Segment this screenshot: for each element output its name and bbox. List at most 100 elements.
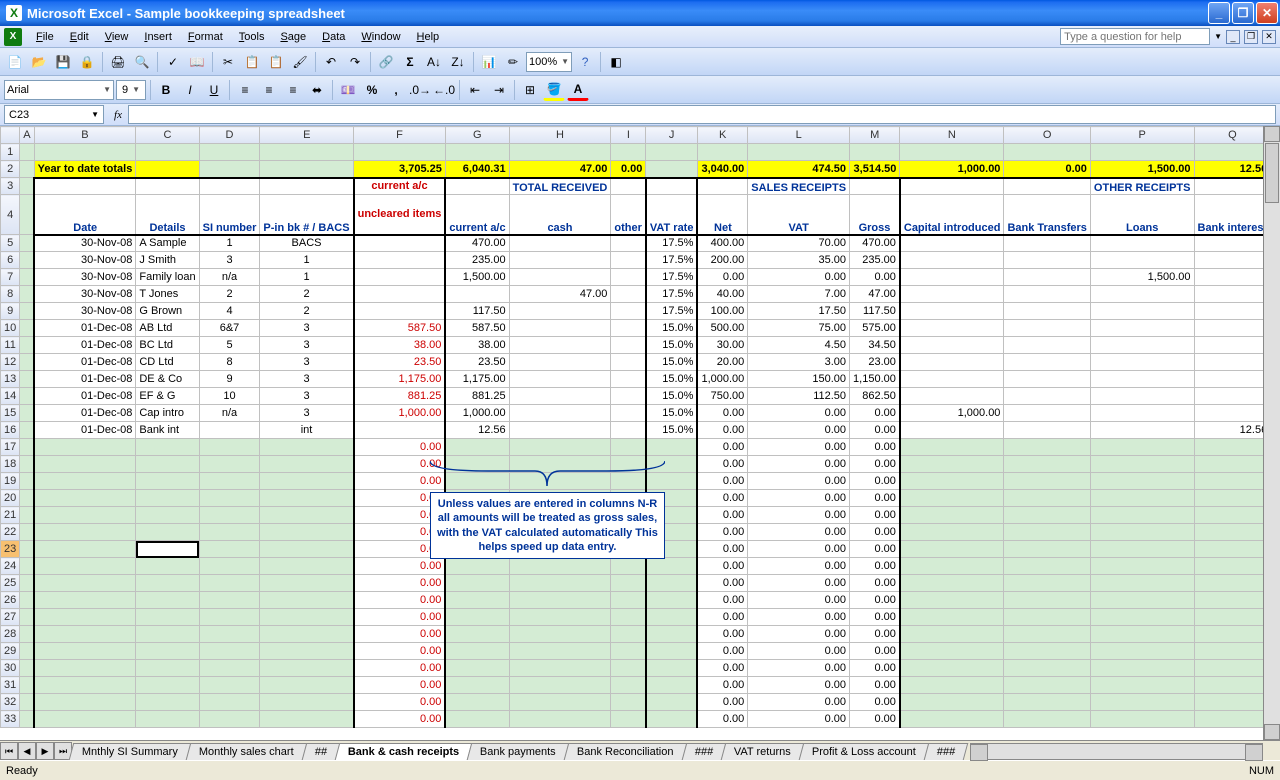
- cell-C21[interactable]: [136, 507, 199, 524]
- align-left-button[interactable]: ≡: [234, 79, 256, 101]
- sort-asc-button[interactable]: A↓: [423, 51, 445, 73]
- cell-C16[interactable]: Bank int: [136, 422, 199, 439]
- cell-N22[interactable]: [900, 524, 1004, 541]
- cell-B31[interactable]: [34, 677, 136, 694]
- menu-tools[interactable]: Tools: [231, 29, 273, 45]
- cell-B23[interactable]: [34, 541, 136, 558]
- cell-N4[interactable]: Capital introduced: [900, 195, 1004, 235]
- cell-F17[interactable]: 0.00: [354, 439, 446, 456]
- row-header[interactable]: 10: [1, 320, 20, 337]
- cell-I5[interactable]: [611, 235, 646, 252]
- cell-A2[interactable]: [20, 161, 34, 178]
- cell-C15[interactable]: Cap intro: [136, 405, 199, 422]
- cell-E21[interactable]: [260, 507, 354, 524]
- cell-G1[interactable]: [445, 144, 509, 161]
- cell-C11[interactable]: BC Ltd: [136, 337, 199, 354]
- cell-A16[interactable]: [20, 422, 34, 439]
- cell-F10[interactable]: 587.50: [354, 320, 446, 337]
- row-header[interactable]: 33: [1, 711, 20, 728]
- cell-Q22[interactable]: [1194, 524, 1271, 541]
- redo-button[interactable]: ↷: [344, 51, 366, 73]
- cell-E16[interactable]: int: [260, 422, 354, 439]
- cell-P16[interactable]: [1090, 422, 1194, 439]
- cell-M16[interactable]: 0.00: [850, 422, 900, 439]
- cell-O32[interactable]: [1004, 694, 1090, 711]
- cell-H7[interactable]: [509, 269, 611, 286]
- cell-F8[interactable]: [354, 286, 446, 303]
- cell-E18[interactable]: [260, 456, 354, 473]
- cell-E2[interactable]: [260, 161, 354, 178]
- cell-Q1[interactable]: [1194, 144, 1271, 161]
- cell-O28[interactable]: [1004, 626, 1090, 643]
- align-right-button[interactable]: ≡: [282, 79, 304, 101]
- sort-desc-button[interactable]: Z↓: [447, 51, 469, 73]
- cell-C23[interactable]: [136, 541, 199, 558]
- cell-M14[interactable]: 862.50: [850, 388, 900, 405]
- cell-P33[interactable]: [1090, 711, 1194, 728]
- cell-K20[interactable]: 0.00: [697, 490, 747, 507]
- cell-C9[interactable]: G Brown: [136, 303, 199, 320]
- cell-D21[interactable]: [199, 507, 260, 524]
- underline-button[interactable]: U: [203, 79, 225, 101]
- paste-button[interactable]: 📋: [265, 51, 287, 73]
- cell-E22[interactable]: [260, 524, 354, 541]
- row-header[interactable]: 29: [1, 643, 20, 660]
- cell-K24[interactable]: 0.00: [697, 558, 747, 575]
- cell-F24[interactable]: 0.00: [354, 558, 446, 575]
- cell-B20[interactable]: [34, 490, 136, 507]
- row-header[interactable]: 6: [1, 252, 20, 269]
- cell-P15[interactable]: [1090, 405, 1194, 422]
- italic-button[interactable]: I: [179, 79, 201, 101]
- sheet-tab[interactable]: Bank Reconciliation: [564, 743, 687, 760]
- cell-L12[interactable]: 3.00: [748, 354, 850, 371]
- cell-F30[interactable]: 0.00: [354, 660, 446, 677]
- sheet-tab[interactable]: Mnthly SI Summary: [69, 743, 192, 760]
- cell-J9[interactable]: 17.5%: [646, 303, 698, 320]
- cell-C27[interactable]: [136, 609, 199, 626]
- cell-N15[interactable]: 1,000.00: [900, 405, 1004, 422]
- cell-L4[interactable]: VAT: [748, 195, 850, 235]
- dec-indent-button[interactable]: ⇤: [464, 79, 486, 101]
- cell-G10[interactable]: 587.50: [445, 320, 509, 337]
- cell-L17[interactable]: 0.00: [748, 439, 850, 456]
- cell-K19[interactable]: 0.00: [697, 473, 747, 490]
- cell-O23[interactable]: [1004, 541, 1090, 558]
- row-header[interactable]: 26: [1, 592, 20, 609]
- cell-H12[interactable]: [509, 354, 611, 371]
- cell-M22[interactable]: 0.00: [850, 524, 900, 541]
- cell-D15[interactable]: n/a: [199, 405, 260, 422]
- cell-A7[interactable]: [20, 269, 34, 286]
- cell-G4[interactable]: current a/c: [445, 195, 509, 235]
- cell-I24[interactable]: [611, 558, 646, 575]
- cell-E20[interactable]: [260, 490, 354, 507]
- cell-A4[interactable]: [20, 195, 34, 235]
- cell-P26[interactable]: [1090, 592, 1194, 609]
- cell-G25[interactable]: [445, 575, 509, 592]
- cell-O31[interactable]: [1004, 677, 1090, 694]
- cell-L3[interactable]: SALES RECEIPTS: [748, 178, 850, 195]
- cell-J25[interactable]: [646, 575, 698, 592]
- cell-A29[interactable]: [20, 643, 34, 660]
- cell-E4[interactable]: P-in bk # / BACS: [260, 195, 354, 235]
- cell-D26[interactable]: [199, 592, 260, 609]
- cell-N3[interactable]: [900, 178, 1004, 195]
- cell-G16[interactable]: 12.56: [445, 422, 509, 439]
- cell-B1[interactable]: [34, 144, 136, 161]
- cell-P11[interactable]: [1090, 337, 1194, 354]
- row-header[interactable]: 25: [1, 575, 20, 592]
- cell-C6[interactable]: J Smith: [136, 252, 199, 269]
- cell-J4[interactable]: VAT rate: [646, 195, 698, 235]
- cell-H2[interactable]: 47.00: [509, 161, 611, 178]
- cell-D8[interactable]: 2: [199, 286, 260, 303]
- cell-I27[interactable]: [611, 609, 646, 626]
- cell-E33[interactable]: [260, 711, 354, 728]
- cell-P30[interactable]: [1090, 660, 1194, 677]
- cell-E6[interactable]: 1: [260, 252, 354, 269]
- cell-Q32[interactable]: [1194, 694, 1271, 711]
- cell-A27[interactable]: [20, 609, 34, 626]
- cell-E13[interactable]: 3: [260, 371, 354, 388]
- cell-B8[interactable]: 30-Nov-08: [34, 286, 136, 303]
- cell-D33[interactable]: [199, 711, 260, 728]
- fontsize-combo[interactable]: 9▼: [116, 80, 146, 100]
- cell-N17[interactable]: [900, 439, 1004, 456]
